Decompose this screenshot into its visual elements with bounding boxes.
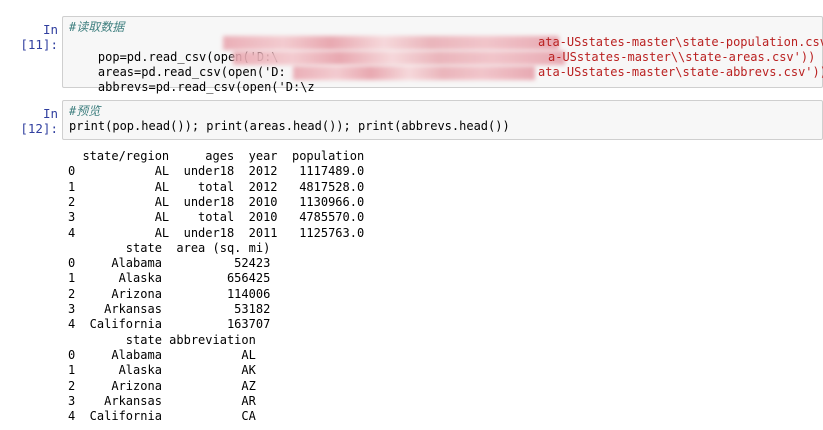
code-suffix: ata-USstates-master\state-abbrevs.csv'))	[538, 65, 823, 79]
output-line: state area (sq. mi)	[68, 240, 271, 255]
output-line: 2 Arizona AZ	[68, 378, 256, 393]
output-line: 1 Alaska AK	[68, 363, 256, 378]
output-line: 2 AL under18 2010 1130966.0	[68, 194, 365, 209]
cell-12-prompt: In [12]:	[20, 106, 58, 136]
code-suffix: ata-USstates-master\state-population.csv…	[538, 35, 823, 49]
output-line: 0 Alabama AL	[68, 347, 256, 362]
output-line: state abbreviation	[68, 332, 256, 347]
output-line: 3 Arkansas AR	[68, 393, 256, 408]
cell-11-prompt: In [11]:	[20, 22, 58, 52]
redacted-path-blur	[293, 66, 535, 80]
output-line: 3 Arkansas 53182	[68, 302, 271, 316]
output-line: 0 Alabama 52423	[68, 256, 271, 271]
cell-11-input[interactable]: #读取数据 pop=pd.read_csv(open('D:\ areas=pd…	[62, 16, 823, 94]
output-line: 0 AL under18 2012 1117489.0	[68, 164, 365, 179]
code-prefix: abbrevs=pd.read_csv(open('D:\z	[97, 80, 315, 94]
output-line: 1 Alaska 656425	[68, 271, 271, 286]
output-line: 1 AL total 2012 4817528.0	[68, 179, 365, 194]
code-comment: #读取数据	[69, 20, 125, 34]
code-line-print: print(pop.head()); print(areas.head()); …	[69, 119, 510, 133]
output-line: 3 AL total 2010 4785570.0	[68, 210, 365, 225]
output-line: 2 Arizona 114006	[68, 286, 271, 301]
output-line: 4 AL under18 2011 1125763.0	[68, 225, 365, 240]
redacted-path-blur	[223, 36, 559, 50]
code-comment: #预览	[69, 104, 101, 118]
cell-12-input[interactable]: #预览 print(pop.head()); print(areas.head(…	[62, 100, 823, 140]
output-line: 4 California 163707	[68, 317, 271, 332]
output-line: state/region ages year population	[68, 149, 365, 163]
output-line: 4 California CA	[68, 409, 256, 424]
code-suffix: a-USstates-master\\state-areas.csv'))	[548, 50, 816, 64]
redacted-path-blur	[233, 51, 565, 65]
